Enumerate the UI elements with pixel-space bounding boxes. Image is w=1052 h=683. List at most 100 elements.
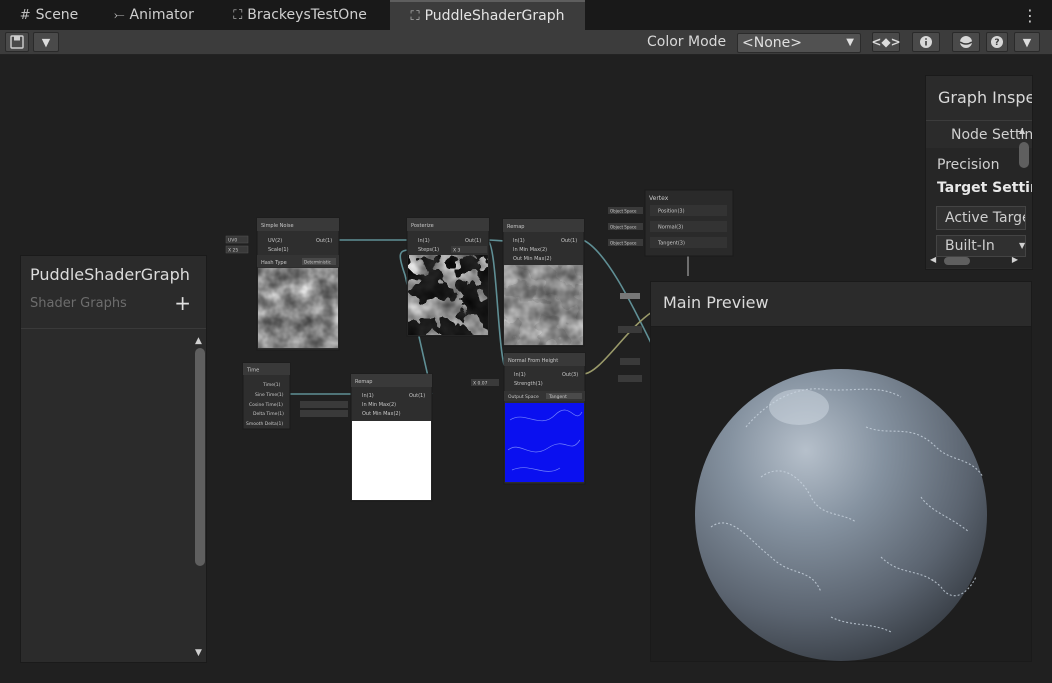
scroll-up-icon[interactable]: ▲ (195, 336, 202, 346)
svg-text:Remap: Remap (355, 379, 372, 385)
blackboard-divider (21, 328, 206, 329)
shader-graph-icon: ⛶ (233, 7, 243, 23)
svg-text:Remap: Remap (507, 224, 524, 230)
inspector-horizontal-scrollbar[interactable]: ◀ ▶ (930, 255, 1018, 267)
main-preview-viewport[interactable] (651, 327, 1031, 661)
svg-text:X 25: X 25 (228, 248, 238, 254)
tab-bar: # Scene ⤚ Animator ⛶ BrackeysTestOne ⛶ Puddl… (0, 0, 1052, 30)
save-button[interactable] (5, 32, 29, 52)
chevron-down-icon: ▼ (41, 35, 51, 49)
graph-canvas[interactable]: Simple Noise UV(2) Scale(1) Out(1) Hash … (0, 55, 1052, 683)
svg-text:UV0: UV0 (228, 238, 237, 244)
svg-text:Object Space: Object Space (610, 241, 637, 246)
normal-from-height-preview (505, 403, 584, 482)
animator-icon: ⤚ (114, 7, 125, 23)
scrollbar-thumb[interactable] (944, 257, 970, 265)
scene-grid-icon: # (19, 7, 31, 23)
svg-text:Out(1): Out(1) (409, 393, 425, 399)
svg-text:UV(2): UV(2) (268, 238, 282, 244)
remap-node-top[interactable]: Remap In(1) In Min Max(2) Out Min Max(2)… (502, 218, 585, 347)
normal-from-height-node[interactable]: Normal From Height In(1) Strength(1) Out… (471, 352, 586, 485)
svg-text:Object Space: Object Space (610, 209, 637, 214)
inspector-divider (926, 120, 1032, 121)
active-targets-list[interactable]: Active Targets (936, 206, 1026, 230)
save-options-dropdown[interactable]: ▼ (33, 32, 59, 52)
svg-text:Tangent: Tangent (548, 394, 567, 400)
simple-noise-node[interactable]: Simple Noise UV(2) Scale(1) Out(1) Hash … (225, 217, 340, 351)
scrollbar-thumb[interactable] (195, 348, 205, 566)
svg-text:Strength(1): Strength(1) (514, 381, 543, 387)
graph-inspector-panel: Graph Inspector Node Settings Precision … (925, 75, 1033, 270)
info-icon (920, 36, 932, 48)
svg-text:Deterministic: Deterministic (304, 260, 331, 265)
fragment-inputs (618, 293, 642, 382)
svg-text:Time(1): Time(1) (262, 382, 281, 388)
main-preview-panel[interactable]: Main Preview (650, 281, 1032, 662)
chevron-down-icon: ▼ (846, 37, 854, 48)
graph-toolbar: ▼ Color Mode <None> ▼ <◆> ? ▼ (0, 30, 1052, 55)
svg-text:Vertex: Vertex (649, 195, 669, 202)
main-preview-title: Main Preview (663, 293, 769, 312)
svg-text:Out(1): Out(1) (465, 238, 481, 244)
svg-text:Position(3): Position(3) (658, 209, 685, 215)
svg-text:X 3: X 3 (453, 248, 461, 254)
svg-text:Steps(1): Steps(1) (418, 247, 439, 253)
svg-text:In(1): In(1) (514, 372, 526, 378)
shader-graph-icon: ⛶ (410, 8, 420, 24)
svg-text:Out Min Max(2): Out Min Max(2) (362, 411, 401, 417)
save-icon (10, 35, 24, 49)
sphere-preview-icon (959, 36, 973, 48)
svg-text:In(1): In(1) (418, 238, 430, 244)
main-preview-toggle[interactable] (952, 32, 980, 52)
remap-node-bottom[interactable]: Remap In(1) In Min Max(2) Out Min Max(2)… (300, 373, 433, 502)
help-options-dropdown[interactable]: ▼ (1014, 32, 1040, 52)
svg-text:Out Min Max(2): Out Min Max(2) (513, 256, 552, 262)
sub-graph-toggle[interactable]: <◆> (871, 32, 901, 52)
builtin-target-item[interactable]: Built-In (936, 235, 1026, 257)
scrollbar-thumb[interactable] (1019, 142, 1029, 168)
svg-text:Sine Time(1): Sine Time(1) (255, 392, 284, 398)
svg-text:Posterize: Posterize (411, 223, 434, 229)
svg-text:Delta Time(1): Delta Time(1) (253, 411, 284, 417)
scroll-up-icon[interactable]: ▲ (1019, 126, 1025, 135)
svg-text:In Min Max(2): In Min Max(2) (362, 402, 396, 408)
svg-text:In Min Max(2): In Min Max(2) (513, 247, 547, 253)
help-icon: ? (991, 36, 1003, 48)
scroll-down-icon[interactable]: ▼ (195, 648, 202, 658)
svg-text:Normal From Height: Normal From Height (508, 358, 558, 364)
tab-animator[interactable]: ⤚ Animator (98, 0, 210, 30)
svg-text:?: ? (994, 38, 999, 48)
node-title: Simple Noise (261, 223, 294, 229)
remap-bottom-preview (352, 421, 431, 500)
remap-top-preview (504, 265, 583, 345)
inspector-vertical-scrollbar[interactable]: ▲ ▼ (1018, 126, 1030, 250)
svg-text:Out(1): Out(1) (316, 238, 332, 244)
vertex-block[interactable]: Vertex Position(3) Normal(3) Tangent(3) … (608, 189, 734, 257)
graph-inspector-toggle[interactable] (912, 32, 940, 52)
color-mode-label: Color Mode (647, 34, 727, 50)
color-mode-dropdown[interactable]: <None> ▼ (737, 33, 861, 53)
posterize-node[interactable]: Posterize In(1) Steps(1) Out(1) X 3 (406, 217, 490, 337)
add-property-button[interactable]: + (174, 291, 191, 315)
scroll-right-icon[interactable]: ▶ (1012, 255, 1018, 264)
tab-puddle-shader-graph[interactable]: ⛶ PuddleShaderGraph (390, 0, 585, 30)
svg-text:Output Space: Output Space (508, 394, 539, 400)
blackboard-title: PuddleShaderGraph (30, 265, 190, 284)
tab-scene[interactable]: # Scene (0, 0, 98, 30)
blackboard-panel: PuddleShaderGraph Shader Graphs + ▲ ▼ (20, 255, 207, 663)
blackboard-scrollbar[interactable]: ▲ ▼ (193, 336, 205, 660)
scroll-left-icon[interactable]: ◀ (930, 255, 936, 264)
preview-sphere[interactable] (651, 327, 1031, 661)
help-button[interactable]: ? (986, 32, 1008, 52)
posterize-preview (408, 255, 488, 335)
tab-brackeys-test-one[interactable]: ⛶ BrackeysTestOne (214, 0, 386, 30)
svg-text:X 0.07: X 0.07 (473, 381, 488, 387)
svg-text:In(1): In(1) (362, 393, 374, 399)
time-node[interactable]: Time Time(1) Sine Time(1) Cosine Time(1)… (242, 362, 291, 430)
svg-text:Out(1): Out(1) (561, 238, 577, 244)
more-options-icon[interactable]: ⋮ (1022, 6, 1038, 25)
simple-noise-preview (258, 268, 338, 348)
scroll-down-icon[interactable]: ▼ (1019, 241, 1025, 250)
main-preview-header[interactable]: Main Preview (651, 282, 1031, 327)
blackboard-subtitle: Shader Graphs (30, 296, 127, 311)
